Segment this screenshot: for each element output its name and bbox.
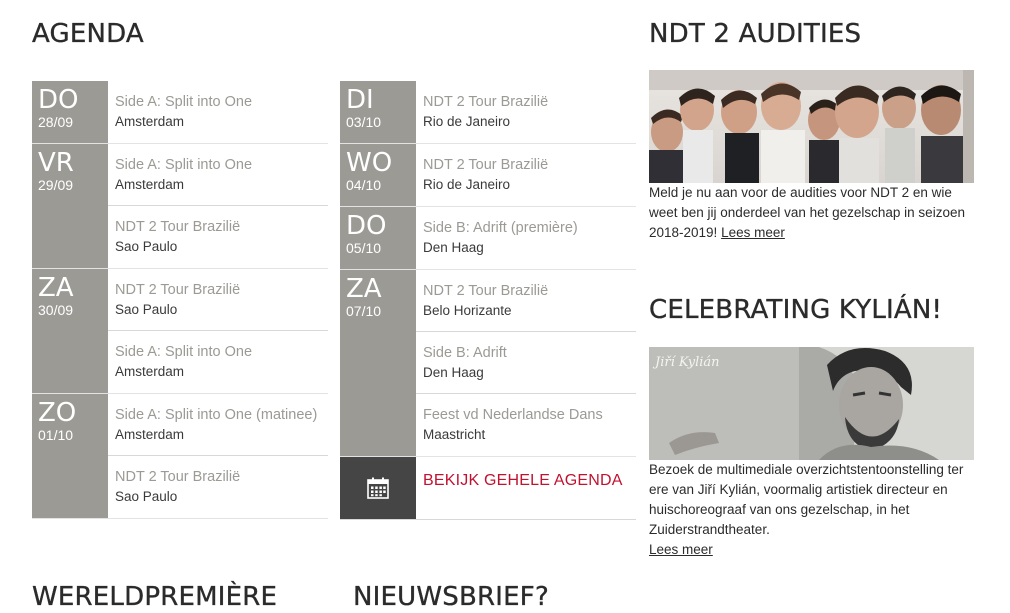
agenda-column-1: DO 28/09 Side A: Split into One Amsterdam VR…	[32, 81, 328, 519]
agenda-event[interactable]: NDT 2 Tour Brazilië Sao Paulo	[108, 456, 328, 518]
event-list: Side A: Split into One (matinee) Amsterda…	[108, 394, 328, 518]
event-title: NDT 2 Tour Brazilië	[423, 94, 549, 110]
date-block: ZA 30/09	[32, 269, 108, 393]
agenda-event[interactable]: Side A: Split into One Amsterdam	[108, 144, 328, 206]
event-list: Side A: Split into One Amsterdam	[108, 81, 328, 143]
calendar-icon	[340, 457, 416, 519]
event-title: Side A: Split into One	[115, 157, 253, 173]
agenda-event[interactable]: NDT 2 Tour Brazilië Rio de Janeiro	[416, 81, 636, 143]
agenda-event[interactable]: NDT 2 Tour Brazilië Belo Horizante	[416, 270, 636, 332]
event-title: Side A: Split into One	[115, 94, 253, 110]
event-location: Rio de Janeiro	[423, 114, 511, 129]
day-date: 03/10	[346, 114, 382, 130]
agenda-day: VR 29/09 Side A: Split into One Amsterdam ND…	[32, 144, 328, 269]
event-location: Den Haag	[423, 365, 484, 380]
date-block: VR 29/09	[32, 144, 108, 268]
kylian-heading: CELEBRATING KYLIÁN!	[649, 295, 943, 325]
event-location: Sao Paulo	[115, 302, 178, 317]
agenda-column-2: DI 03/10 NDT 2 Tour Brazilië Rio de Janeiro…	[340, 81, 636, 520]
day-date: 05/10	[346, 240, 382, 256]
kylian-text: Bezoek de multimediale overzichtstentoon…	[649, 460, 979, 560]
agenda-event[interactable]: NDT 2 Tour Brazilië Sao Paulo	[108, 269, 328, 331]
day-date: 28/09	[38, 114, 74, 130]
event-location: Amsterdam	[115, 114, 185, 129]
auditions-text: Meld je nu aan voor de audities voor NDT…	[649, 183, 979, 243]
agenda-day: WO 04/10 NDT 2 Tour Brazilië Rio de Janeiro	[340, 144, 636, 207]
auditions-read-more-link[interactable]: Lees meer	[721, 225, 785, 240]
day-of-week: DO	[38, 85, 79, 115]
event-location: Rio de Janeiro	[423, 177, 511, 192]
day-of-week: ZO	[38, 398, 77, 428]
event-list: NDT 2 Tour Brazilië Sao Paulo Side A: Spli…	[108, 269, 328, 393]
agenda-day: DI 03/10 NDT 2 Tour Brazilië Rio de Janeiro	[340, 81, 636, 144]
day-date: 04/10	[346, 177, 382, 193]
kylian-photo-caption: Jiří Kylián	[655, 355, 720, 370]
full-agenda-label: BEKIJK GEHELE AGENDA	[423, 472, 623, 489]
day-of-week: DI	[346, 85, 374, 115]
day-of-week: DO	[346, 211, 387, 241]
event-list: NDT 2 Tour Brazilië Rio de Janeiro	[416, 144, 636, 206]
agenda-event[interactable]: Feest vd Nederlandse Dans Maastricht	[416, 394, 636, 456]
event-list: NDT 2 Tour Brazilië Rio de Janeiro	[416, 81, 636, 143]
agenda-event[interactable]: NDT 2 Tour Brazilië Sao Paulo	[108, 206, 328, 268]
agenda-heading: AGENDA	[32, 19, 144, 49]
agenda-event[interactable]: Side B: Adrift Den Haag	[416, 332, 636, 394]
date-block: DO 28/09	[32, 81, 108, 143]
event-title: Side A: Split into One	[115, 344, 253, 360]
event-title: Side A: Split into One (matinee)	[115, 407, 318, 423]
day-of-week: ZA	[38, 273, 74, 303]
day-date: 01/10	[38, 427, 74, 443]
agenda-day: ZA 30/09 NDT 2 Tour Brazilië Sao Paulo Side …	[32, 269, 328, 394]
day-of-week: VR	[38, 148, 74, 178]
premiere-heading: WERELDPREMIÈRE	[32, 582, 278, 612]
event-list: Side A: Split into One Amsterdam NDT 2 Tou…	[108, 144, 328, 268]
date-block: ZA 07/10	[340, 270, 416, 456]
day-date: 29/09	[38, 177, 74, 193]
event-location: Amsterdam	[115, 364, 185, 379]
newsletter-heading: NIEUWSBRIEF?	[353, 582, 549, 612]
agenda-event[interactable]: Side B: Adrift (première) Den Haag	[416, 207, 636, 269]
event-list: Side B: Adrift (première) Den Haag	[416, 207, 636, 269]
event-title: Side B: Adrift	[423, 345, 507, 361]
event-title: NDT 2 Tour Brazilië	[115, 282, 241, 298]
event-location: Belo Horizante	[423, 303, 512, 318]
agenda-day: ZO 01/10 Side A: Split into One (matinee) A…	[32, 394, 328, 519]
agenda-day: DO 28/09 Side A: Split into One Amsterdam	[32, 81, 328, 144]
event-title: Side B: Adrift (première)	[423, 220, 578, 236]
auditions-photo[interactable]	[649, 70, 974, 183]
event-title: NDT 2 Tour Brazilië	[423, 157, 549, 173]
full-agenda-button[interactable]: BEKIJK GEHELE AGENDA	[340, 457, 636, 520]
agenda-event[interactable]: Side A: Split into One Amsterdam	[108, 81, 328, 143]
event-location: Amsterdam	[115, 177, 185, 192]
event-location: Amsterdam	[115, 427, 185, 442]
auditions-heading: NDT 2 AUDITIES	[649, 19, 862, 49]
event-title: Feest vd Nederlandse Dans	[423, 407, 603, 423]
agenda-event[interactable]: NDT 2 Tour Brazilië Rio de Janeiro	[416, 144, 636, 206]
date-block: DO 05/10	[340, 207, 416, 269]
kylian-photo[interactable]: Jiří Kylián	[649, 347, 974, 460]
date-block: DI 03/10	[340, 81, 416, 143]
day-of-week: ZA	[346, 274, 382, 304]
auditions-text-body: Meld je nu aan voor de audities voor NDT…	[649, 185, 965, 240]
agenda-day: ZA 07/10 NDT 2 Tour Brazilië Belo Horizante…	[340, 270, 636, 457]
date-block: ZO 01/10	[32, 394, 108, 518]
event-list: NDT 2 Tour Brazilië Belo Horizante Side B:…	[416, 270, 636, 456]
kylian-read-more-link[interactable]: Lees meer	[649, 542, 713, 557]
event-title: NDT 2 Tour Brazilië	[115, 469, 241, 485]
agenda-event[interactable]: Side A: Split into One (matinee) Amsterda…	[108, 394, 328, 456]
event-location: Sao Paulo	[115, 239, 178, 254]
day-date: 30/09	[38, 302, 74, 318]
day-date: 07/10	[346, 303, 382, 319]
event-title: NDT 2 Tour Brazilië	[423, 283, 549, 299]
kylian-text-body: Bezoek de multimediale overzichtstentoon…	[649, 462, 964, 537]
event-location: Den Haag	[423, 240, 484, 255]
agenda-day: DO 05/10 Side B: Adrift (première) Den Haag	[340, 207, 636, 270]
day-of-week: WO	[346, 148, 393, 178]
date-block: WO 04/10	[340, 144, 416, 206]
event-location: Maastricht	[423, 427, 486, 442]
event-location: Sao Paulo	[115, 489, 178, 504]
agenda-event[interactable]: Side A: Split into One Amsterdam	[108, 331, 328, 393]
event-title: NDT 2 Tour Brazilië	[115, 219, 241, 235]
